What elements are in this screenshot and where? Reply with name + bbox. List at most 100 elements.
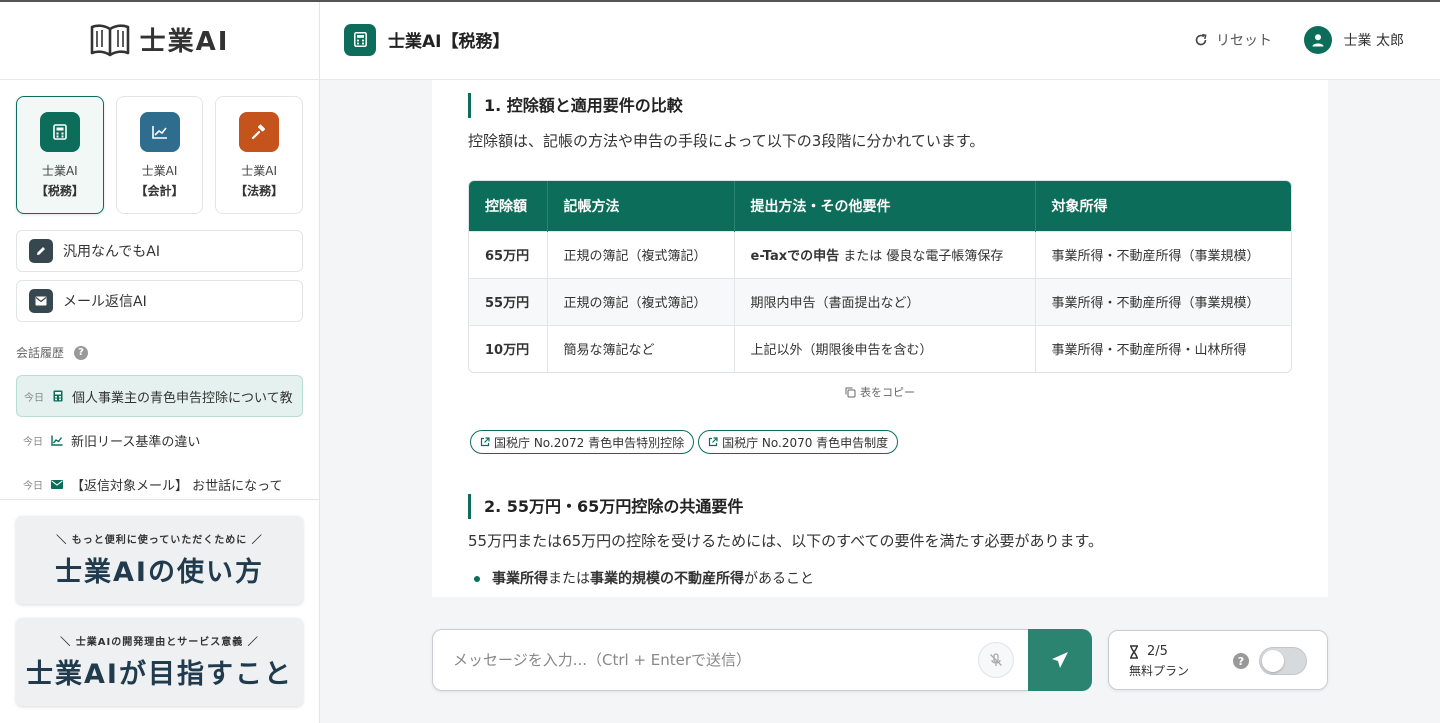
chart-line-icon [51,434,63,446]
cell-requirement: e-Taxでの申告 または 優良な電子帳簿保存 [734,230,1036,278]
open-book-icon [90,23,129,56]
mode-line1: 士業AI [141,164,178,178]
chart-line-icon [139,112,180,152]
plan-toggle[interactable] [1259,647,1307,675]
section-heading: 1. 控除額と適用要件の比較 [468,93,683,118]
mode-line1: 士業AI [241,164,278,178]
cell-income: 事業所得・不動産所得（事業規模） [1035,230,1291,278]
section-heading: 2. 55万円・65万円控除の共通要件 [468,494,743,519]
cell-requirement: 期限内申告（書面提出など） [734,277,1036,325]
external-link-icon [708,437,718,447]
bullet-text: または [548,571,590,587]
mode-selector: 士業AI 【税務】 士業AI 【会計】 士業AI 【法務】 [0,80,319,214]
tool-label: メール返信AI [63,294,147,310]
cell-amount: 10万円 [469,324,548,372]
help-icon[interactable]: ? [74,345,89,360]
tool-general-ai[interactable]: 汎用なんでもAI [16,230,303,272]
refresh-icon [1195,33,1207,45]
calculator-icon [39,112,80,152]
page-title: 士業AI【税務】 [388,32,510,52]
table-header: 記帳方法 [547,181,735,231]
history-day: 今日 [23,480,43,492]
banner-vision[interactable]: ＼ 士業AIの開発理由とサービス意義 ／ 士業AIが目指すこと [16,618,303,706]
user-menu[interactable]: 士業 太郎 [1303,25,1404,54]
tool-mail-reply-ai[interactable]: メール返信AI [16,280,303,322]
reference-label: 国税庁 No.2070 青色申告制度 [722,435,889,450]
calculator-icon [344,23,376,56]
history-day: 今日 [23,436,43,448]
user-name: 士業 太郎 [1343,32,1404,49]
table-header-row: 控除額 記帳方法 提出方法・その他要件 対象所得 [469,181,1291,231]
plan-label: 無料プラン [1129,664,1190,678]
reference-label: 国税庁 No.2072 青色申告特別控除 [494,435,685,450]
message-composer [432,629,1092,691]
bullet-text: があること [744,571,814,587]
banner-title: 士業AIの使い方 [55,557,264,588]
mode-legal[interactable]: 士業AI 【法務】 [215,96,304,214]
mode-tax[interactable]: 士業AI 【税務】 [16,96,104,214]
mode-accounting[interactable]: 士業AI 【会計】 [115,96,204,214]
cell-method: 正規の簿記（複式簿記） [547,230,735,278]
mode-line1: 士業AI [41,164,78,178]
mode-line2: 【法務】 [235,184,284,198]
cell-income: 事業所得・不動産所得（事業規模） [1035,277,1291,325]
section-intro: 控除額は、記帳の方法や申告の手段によって以下の3段階に分かれています。 [468,132,985,150]
list-item: 事業所得または事業的規模の不動産所得があること [474,568,814,588]
reference-link[interactable]: 国税庁 No.2072 青色申告特別控除 [470,430,695,454]
banner-area: ＼ もっと便利に使っていただくために ／ 士業AIの使い方 ＼ 士業AIの開発理… [0,499,319,723]
user-icon [1312,33,1324,46]
banner-subtitle: ＼ 士業AIの開発理由とサービス意義 ／ [60,637,259,648]
history-day: 今日 [24,392,44,404]
reset-button[interactable]: リセット [1194,30,1272,50]
history-list: 今日 個人事業主の青色申告控除について教 今日 新旧リース基準の違い 今日 【返… [0,375,319,505]
cell-method: 簡易な簿記など [547,324,735,372]
section-intro: 55万円または65万円の控除を受けるためには、以下のすべての要件を満たす必要があ… [468,532,1104,550]
message-input[interactable] [432,629,1028,691]
external-link-icon [480,437,490,447]
cell-requirement: 上記以外（期限後申告を含む） [734,324,1036,372]
envelope-icon [51,478,63,490]
gavel-icon [239,112,280,152]
cell-method: 正規の簿記（複式簿記） [547,277,735,325]
answer-content: 1. 控除額と適用要件の比較 控除額は、記帳の方法や申告の手段によって以下の3段… [432,80,1328,597]
history-item[interactable]: 今日 新旧リース基準の違い [16,419,303,461]
copy-table-button[interactable]: 表をコピー [432,384,1328,400]
help-icon[interactable]: ? [1233,653,1249,669]
banner-subtitle: ＼ もっと便利に使っていただくために ／ [56,535,263,546]
bullet-emphasis: 事業所得 [492,571,548,587]
hourglass-icon [1130,644,1138,659]
history-heading: 会話履歴 ? [16,344,319,361]
envelope-icon [29,289,53,313]
history-item[interactable]: 今日 個人事業主の青色申告控除について教 [16,375,303,417]
requirement-text: または 優良な電子帳簿保存 [839,249,1004,264]
usage-panel: 2/5 無料プラン ? [1108,630,1328,690]
avatar [1303,25,1332,54]
mode-line2: 【税務】 [35,184,84,198]
toggle-knob [1262,650,1284,672]
table-header: 控除額 [469,181,548,231]
deduction-table: 控除額 記帳方法 提出方法・その他要件 対象所得 65万円 正規の簿記（複式簿記… [468,180,1292,373]
brand-name: 士業AI [139,27,230,57]
paper-plane-icon [1052,652,1068,668]
reference-link[interactable]: 国税庁 No.2070 青色申告制度 [698,430,899,454]
requirement-emphasis: e-Taxでの申告 [750,249,840,264]
table-row: 10万円 簡易な簿記など 上記以外（期限後申告を含む） 事業所得・不動産所得・山… [469,324,1291,372]
sidebar: 士業AI 士業AI 【税務】 士業AI 【会計】 士業AI 【法務】 汎用なんでもAI [0,0,320,723]
table-header: 対象所得 [1035,181,1291,231]
pen-icon [29,239,53,263]
copy-icon [845,387,856,397]
history-title: 会話履歴 [16,346,65,360]
table-header: 提出方法・その他要件 [734,181,1036,231]
cell-amount: 65万円 [469,230,548,278]
mic-off-button[interactable] [978,642,1014,678]
history-title: 新旧リース基準の違い [71,434,201,450]
usage-count: 2/5 [1147,644,1168,659]
cell-amount: 55万円 [469,277,548,325]
reference-links: 国税庁 No.2072 青色申告特別控除 国税庁 No.2070 青色申告制度 [470,430,899,454]
reset-label: リセット [1216,32,1272,49]
send-button[interactable] [1028,629,1092,691]
brand-logo[interactable]: 士業AI [0,0,319,80]
table-row: 55万円 正規の簿記（複式簿記） 期限内申告（書面提出など） 事業所得・不動産所… [469,277,1291,325]
copy-label: 表をコピー [860,386,915,399]
banner-how-to-use[interactable]: ＼ もっと便利に使っていただくために ／ 士業AIの使い方 [16,516,303,604]
